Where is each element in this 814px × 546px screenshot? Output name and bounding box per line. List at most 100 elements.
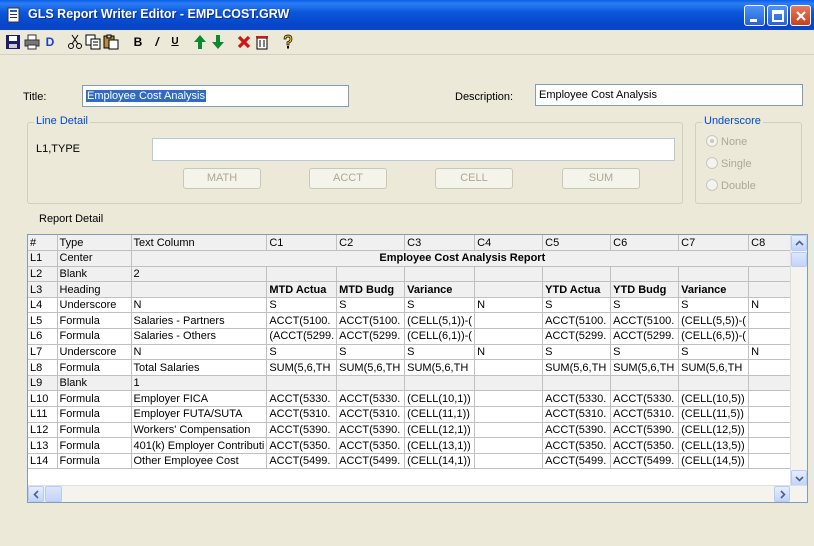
description-input[interactable]: Employee Cost Analysis [535, 84, 803, 106]
data-cell[interactable]: ACCT(5390. [336, 422, 406, 439]
data-cell[interactable]: ACCT(5499. [610, 453, 680, 470]
title-input[interactable]: Employee Cost Analysis [82, 85, 349, 107]
maximize-button[interactable] [767, 5, 788, 26]
data-cell[interactable]: SUM(5,6,TH [678, 359, 750, 376]
data-cell[interactable] [474, 422, 544, 439]
text-column-cell[interactable]: 2 [131, 266, 268, 283]
data-cell[interactable]: S [610, 344, 680, 361]
bold-icon[interactable]: B [130, 34, 146, 50]
text-column-cell[interactable] [131, 281, 268, 298]
data-cell[interactable]: ACCT(5299. [542, 328, 612, 345]
data-cell[interactable]: ACCT(5350. [336, 437, 406, 454]
data-cell[interactable]: (CELL(10,5)) [678, 390, 750, 408]
data-cell[interactable] [542, 375, 612, 392]
data-cell[interactable]: (CELL(13,1)) [404, 437, 476, 454]
data-cell[interactable]: ACCT(5310. [542, 406, 612, 423]
text-column-cell[interactable]: Workers' Compensation [131, 422, 268, 439]
column-header[interactable]: C4 [474, 235, 544, 252]
column-header[interactable]: # [28, 235, 58, 252]
text-column-cell[interactable]: Salaries - Others [131, 328, 268, 345]
data-cell[interactable] [474, 359, 544, 376]
data-cell[interactable] [748, 359, 795, 376]
data-cell[interactable] [474, 437, 544, 454]
data-cell[interactable]: ACCT(5310. [266, 406, 338, 423]
data-cell[interactable]: YTD Budg [610, 281, 680, 298]
data-cell[interactable]: (CELL(13,5)) [678, 437, 750, 454]
underline-icon[interactable]: U [167, 34, 183, 50]
data-cell[interactable] [266, 375, 338, 392]
data-cell[interactable]: S [266, 297, 338, 314]
scroll-down-button[interactable] [791, 470, 807, 486]
column-header[interactable]: C7 [678, 235, 750, 252]
underscore-double-radio[interactable]: Double [706, 179, 756, 192]
table-row[interactable]: L10 Formula Employer FICA ACCT(5330. ACCT(53… [28, 390, 795, 408]
data-cell[interactable]: ACCT(5100. [336, 312, 406, 330]
table-row[interactable]: L8 Formula Total Salaries SUM(5,6,TH SUM(5,6… [28, 359, 795, 376]
line-detail-field[interactable] [152, 138, 675, 161]
table-row[interactable]: L3 Heading MTD Actua MTD Budg Variance YTD Ac… [28, 281, 795, 298]
text-column-cell[interactable]: Employer FICA [131, 390, 268, 408]
data-cell[interactable] [748, 328, 795, 345]
close-button[interactable] [790, 5, 811, 26]
data-cell[interactable]: SUM(5,6,TH [336, 359, 406, 376]
move-up-icon[interactable] [192, 34, 208, 50]
data-cell[interactable]: S [678, 344, 750, 361]
d-icon[interactable]: D [42, 34, 58, 50]
data-cell[interactable]: N [474, 344, 544, 361]
data-cell[interactable]: (CELL(12,5)) [678, 422, 750, 439]
data-cell[interactable]: S [266, 344, 338, 361]
move-down-icon[interactable] [210, 34, 226, 50]
data-cell[interactable]: MTD Actua [266, 281, 338, 298]
data-cell[interactable]: S [542, 297, 612, 314]
data-cell[interactable]: ACCT(5100. [266, 312, 338, 330]
data-cell[interactable]: MTD Budg [336, 281, 406, 298]
table-row[interactable]: L9 Blank 1 [28, 375, 795, 392]
data-cell[interactable]: (CELL(5,1))-( [404, 312, 476, 330]
data-cell[interactable]: S [542, 344, 612, 361]
table-row[interactable]: L7 Underscore N S S S N S S S N [28, 344, 795, 361]
merged-title-cell[interactable]: Employee Cost Analysis Report [131, 250, 795, 267]
underscore-single-radio[interactable]: Single [706, 157, 752, 170]
text-column-cell[interactable]: 401(k) Employer Contributi [131, 437, 268, 454]
sum-button[interactable]: SUM [562, 168, 640, 189]
data-cell[interactable] [542, 266, 612, 283]
data-cell[interactable] [474, 406, 544, 423]
table-row[interactable]: L11 Formula Employer FUTA/SUTA ACCT(5310. AC… [28, 406, 795, 423]
text-column-cell[interactable]: Employer FUTA/SUTA [131, 406, 268, 423]
data-cell[interactable] [610, 375, 680, 392]
data-cell[interactable]: (CELL(11,5)) [678, 406, 750, 423]
column-header[interactable]: C3 [404, 235, 476, 252]
data-cell[interactable]: ACCT(5100. [542, 312, 612, 330]
data-cell[interactable]: (CELL(12,1)) [404, 422, 476, 439]
title-bar[interactable]: GLS Report Writer Editor - EMPLCOST.GRW [0, 0, 814, 30]
data-cell[interactable] [266, 266, 338, 283]
data-cell[interactable]: Variance [404, 281, 476, 298]
data-cell[interactable]: SUM(5,6,TH [610, 359, 680, 376]
help-icon[interactable] [280, 34, 296, 50]
copy-icon[interactable] [85, 34, 101, 50]
data-cell[interactable]: SUM(5,6,TH [542, 359, 612, 376]
trash-icon[interactable] [254, 34, 270, 50]
data-cell[interactable]: S [336, 344, 406, 361]
horizontal-scroll-thumb[interactable] [45, 486, 62, 502]
data-cell[interactable]: YTD Actua [542, 281, 612, 298]
data-cell[interactable]: ACCT(5330. [336, 390, 406, 408]
data-cell[interactable] [474, 328, 544, 345]
data-cell[interactable]: ACCT(5330. [542, 390, 612, 408]
text-column-cell[interactable]: 1 [131, 375, 268, 392]
table-row[interactable]: L5 Formula Salaries - Partners ACCT(5100. AC… [28, 312, 795, 330]
vertical-scrollbar[interactable] [790, 235, 807, 486]
data-cell[interactable]: ACCT(5310. [336, 406, 406, 423]
table-row[interactable]: L6 Formula Salaries - Others (ACCT(5299. ACC… [28, 328, 795, 345]
data-cell[interactable]: ACCT(5499. [266, 453, 338, 470]
data-cell[interactable]: SUM(5,6,TH [404, 359, 476, 376]
data-cell[interactable]: ACCT(5390. [266, 422, 338, 439]
text-column-cell[interactable]: Total Salaries [131, 359, 268, 376]
math-button[interactable]: MATH [183, 168, 261, 189]
data-cell[interactable]: ACCT(5299. [336, 328, 406, 345]
data-cell[interactable]: ACCT(5499. [336, 453, 406, 470]
data-cell[interactable]: S [610, 297, 680, 314]
data-cell[interactable]: N [474, 297, 544, 314]
data-cell[interactable] [748, 375, 795, 392]
scroll-left-button[interactable] [28, 486, 44, 502]
